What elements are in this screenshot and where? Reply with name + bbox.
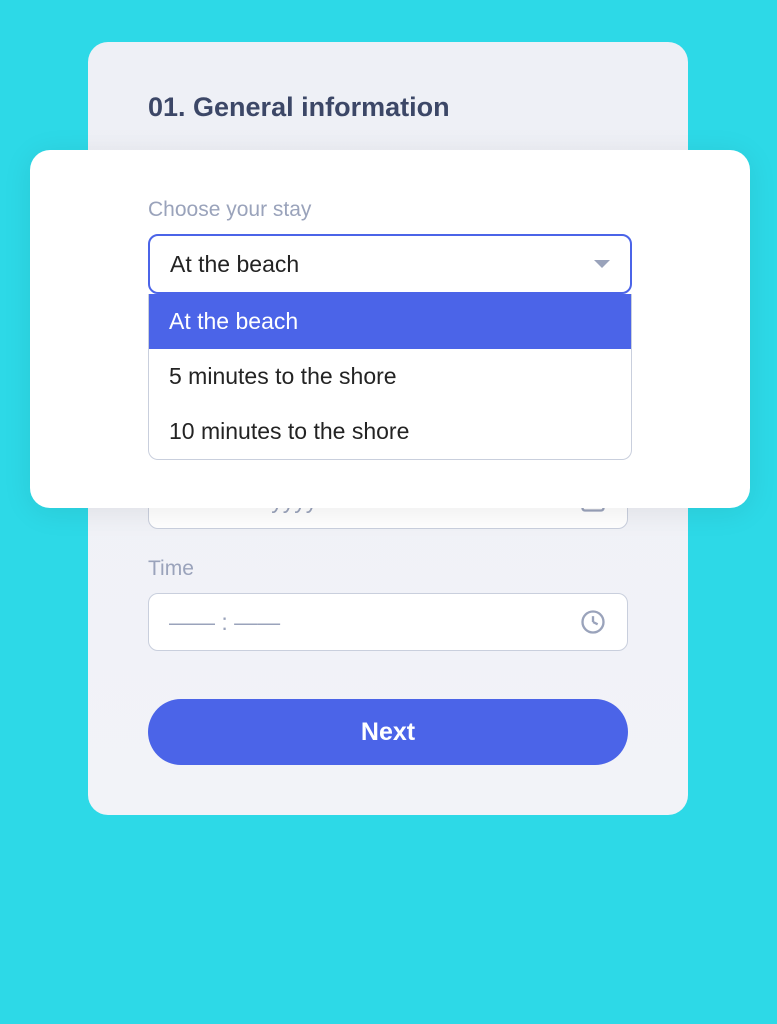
stay-select[interactable]: At the beach	[148, 234, 632, 294]
stay-label: Choose your stay	[148, 198, 632, 222]
dropdown-popup: Choose your stay At the beach At the bea…	[30, 150, 750, 508]
stay-option-5-minutes[interactable]: 5 minutes to the shore	[149, 349, 631, 404]
section-title: 01. General information	[148, 92, 628, 123]
stay-option-10-minutes[interactable]: 10 minutes to the shore	[149, 404, 631, 459]
time-placeholder: —— : ——	[169, 609, 280, 636]
clock-icon	[579, 608, 607, 636]
next-button[interactable]: Next	[148, 699, 628, 765]
time-input[interactable]: —— : ——	[148, 593, 628, 651]
stay-option-at-the-beach[interactable]: At the beach	[149, 294, 631, 349]
time-label: Time	[148, 557, 628, 581]
time-field: Time —— : ——	[148, 557, 628, 651]
stay-options-list: At the beach 5 minutes to the shore 10 m…	[148, 294, 632, 460]
stay-selected-value: At the beach	[170, 251, 299, 278]
chevron-down-icon	[594, 260, 610, 268]
